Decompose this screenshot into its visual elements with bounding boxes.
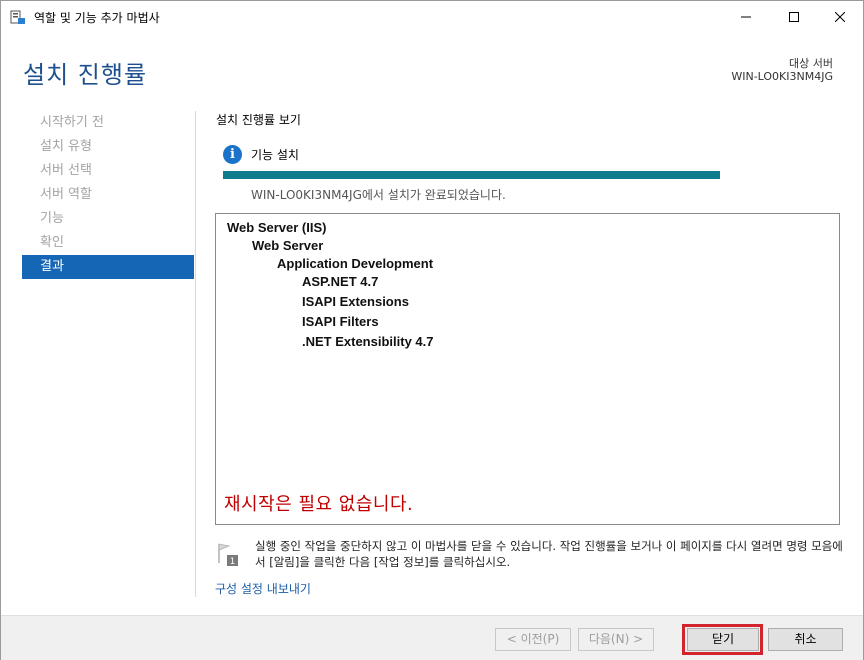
wizard-nav: 시작하기 전 설치 유형 서버 선택 서버 역할 기능 확인 결과 — [22, 111, 194, 279]
wizard-footer: < 이전(P) 다음(N) > 닫기 취소 — [1, 615, 863, 660]
notification-flag-icon: 1 — [215, 541, 241, 567]
nav-item-results[interactable]: 결과 — [22, 255, 194, 279]
nav-item-server-selection: 서버 선택 — [40, 163, 92, 178]
page-title: 설치 진행률 — [23, 61, 148, 89]
next-button[interactable]: 다음(N) > — [578, 628, 654, 651]
server-manager-icon — [10, 9, 26, 25]
result-item: ASP.NET 4.7 — [302, 274, 379, 289]
export-config-link[interactable]: 구성 설정 내보내기 — [215, 580, 311, 597]
nav-item-installation-type: 설치 유형 — [40, 139, 92, 154]
cancel-button[interactable]: 취소 — [768, 628, 843, 651]
info-icon: i — [223, 145, 242, 164]
wizard-header: 설치 진행률 대상 서버 WIN-LO0KI3NM4JG — [1, 33, 863, 99]
maximize-icon[interactable] — [771, 1, 817, 33]
result-item: Web Server (IIS) — [227, 220, 327, 235]
nav-item-server-roles: 서버 역할 — [40, 187, 92, 202]
previous-button[interactable]: < 이전(P) — [495, 628, 571, 651]
window-title: 역할 및 기능 추가 마법사 — [34, 11, 160, 25]
nav-item-confirmation: 확인 — [40, 235, 64, 250]
feature-install-label: 기능 설치 — [251, 148, 299, 162]
notice-text: 실행 중인 작업을 중단하지 않고 이 마법사를 닫을 수 있습니다. 작업 진… — [255, 539, 843, 569]
install-complete-message: WIN-LO0KI3NM4JG에서 설치가 완료되었습니다. — [251, 188, 506, 202]
nav-item-before-you-begin: 시작하기 전 — [40, 115, 104, 130]
restart-note: 재시작은 필요 없습니다. — [224, 494, 414, 515]
nav-item-features: 기능 — [40, 211, 64, 226]
wizard-window: 역할 및 기능 추가 마법사 설치 진행률 대상 서버 WIN-LO0KI3NM… — [0, 0, 864, 660]
target-server-label: 대상 서버 — [789, 57, 833, 70]
minimize-icon[interactable] — [723, 1, 769, 33]
svg-text:1: 1 — [230, 557, 236, 567]
nav-divider — [195, 111, 196, 597]
result-item: ISAPI Filters — [302, 314, 379, 329]
close-icon[interactable] — [817, 1, 863, 33]
title-bar[interactable]: 역할 및 기능 추가 마법사 — [1, 1, 863, 33]
progress-bar-fill — [223, 171, 720, 179]
progress-bar — [223, 171, 720, 179]
result-item: Application Development — [277, 256, 434, 271]
section-title: 설치 진행률 보기 — [216, 113, 301, 127]
result-item: Web Server — [252, 238, 324, 253]
close-button[interactable]: 닫기 — [687, 628, 759, 651]
target-server-value: WIN-LO0KI3NM4JG — [731, 70, 833, 83]
result-item: .NET Extensibility 4.7 — [302, 334, 434, 349]
result-item: ISAPI Extensions — [302, 294, 409, 309]
results-box[interactable]: Web Server (IIS) Web Server Application … — [215, 213, 840, 525]
